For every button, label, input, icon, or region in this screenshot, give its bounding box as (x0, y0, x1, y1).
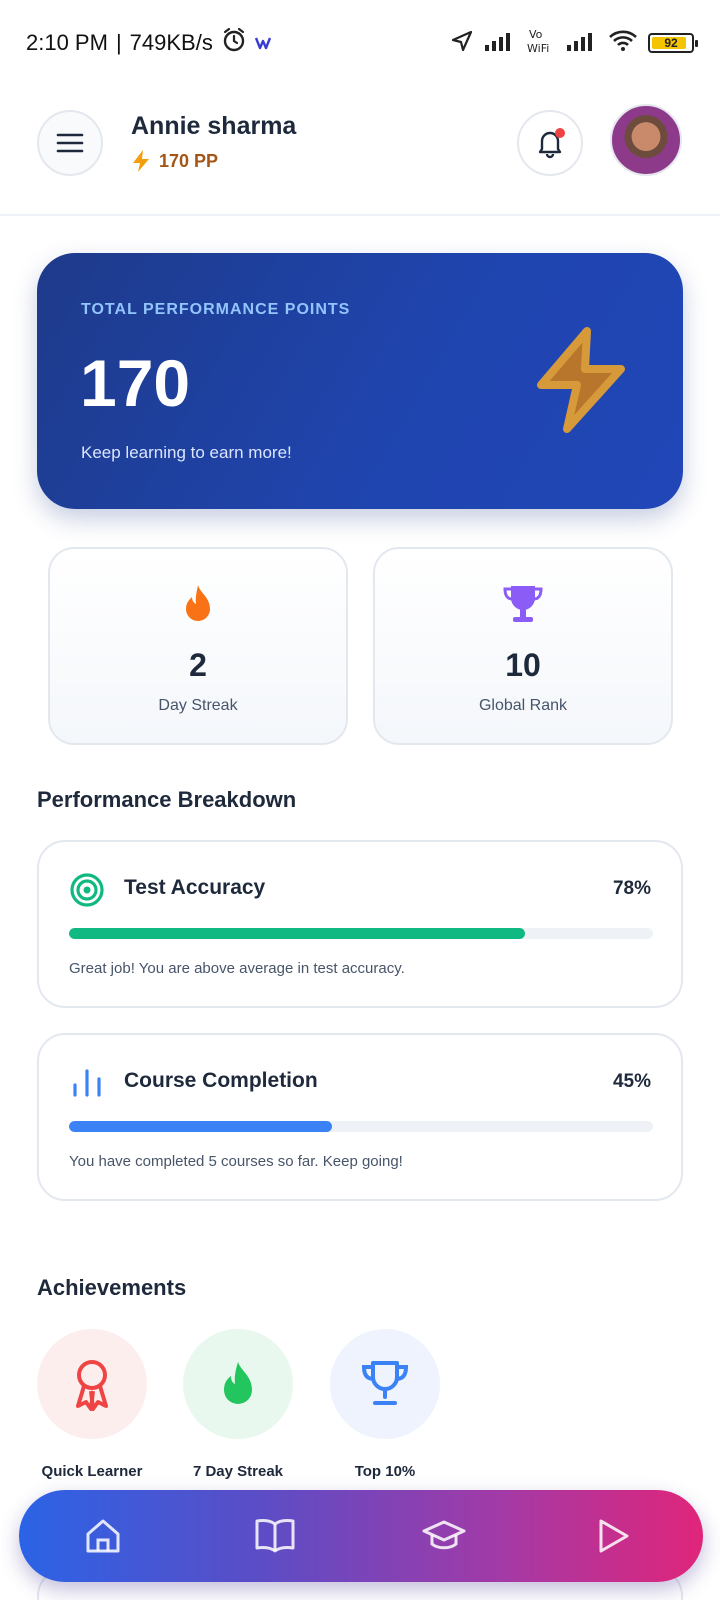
target-icon (69, 872, 105, 908)
play-icon (599, 1519, 629, 1553)
test-accuracy-note: Great job! You are above average in test… (69, 960, 405, 977)
nav-videos[interactable] (572, 1490, 652, 1582)
bar-chart-icon (69, 1065, 105, 1101)
location-icon (450, 29, 474, 58)
wifi-icon (608, 30, 638, 57)
notification-dot (555, 128, 565, 138)
global-rank-card: 10 Global Rank (373, 547, 673, 745)
trophy-icon (330, 1329, 440, 1439)
user-points: 170 PP (131, 149, 218, 173)
signal-icon (484, 31, 516, 56)
course-completion-progress-fill (69, 1121, 332, 1132)
hamburger-icon (56, 133, 84, 153)
achievement-7-day-streak[interactable]: 7 Day Streak (164, 1329, 312, 1480)
achievements-title: Achievements (37, 1275, 187, 1300)
lightning-icon (537, 327, 625, 433)
flame-icon (183, 1329, 293, 1439)
course-completion-card[interactable]: Course Completion 45% You have completed… (37, 1033, 683, 1201)
total-points-card: TOTAL PERFORMANCE POINTS 170 Keep learni… (37, 253, 683, 509)
award-ribbon-icon (37, 1329, 147, 1439)
achievement-label: Quick Learner (41, 1463, 143, 1480)
test-accuracy-percent: 78% (612, 878, 651, 899)
status-bar: 2:10 PM | 749KB/s Vo WiFi 92 (0, 0, 720, 86)
svg-text:WiFi: WiFi (527, 42, 549, 55)
performance-breakdown-title: Performance Breakdown (37, 787, 297, 812)
trophy-icon (375, 583, 671, 625)
lightning-icon (133, 150, 149, 172)
avatar[interactable] (610, 104, 682, 176)
status-separator: | (115, 30, 122, 55)
course-completion-note: You have completed 5 courses so far. Kee… (69, 1153, 403, 1170)
test-accuracy-card[interactable]: Test Accuracy 78% Great job! You are abo… (37, 840, 683, 1008)
user-name: Annie sharma (131, 112, 297, 140)
course-completion-title: Course Completion (124, 1069, 318, 1092)
day-streak-card: 2 Day Streak (48, 547, 348, 745)
status-time: 2:10 PM (26, 30, 108, 55)
global-rank-label: Global Rank (478, 697, 568, 714)
battery-icon: 92 (648, 33, 698, 53)
alarm-icon (221, 27, 247, 59)
day-streak-value: 2 (189, 647, 207, 683)
flame-icon (50, 583, 346, 625)
nav-courses[interactable] (235, 1490, 315, 1582)
battery-level: 92 (664, 36, 678, 50)
notifications-button[interactable] (517, 110, 583, 176)
nav-home[interactable] (63, 1490, 143, 1582)
total-points-label: TOTAL PERFORMANCE POINTS (81, 301, 351, 318)
test-accuracy-progress-track (69, 928, 653, 939)
app-header: Annie sharma 170 PP (0, 96, 720, 216)
total-points-value: 170 (80, 346, 191, 420)
status-right: Vo WiFi 92 (450, 27, 698, 60)
test-accuracy-title: Test Accuracy (124, 876, 266, 899)
user-points-value: 170 PP (159, 150, 219, 171)
test-accuracy-progress-fill (69, 928, 525, 939)
achievement-label: 7 Day Streak (192, 1463, 284, 1480)
nav-learning[interactable] (404, 1490, 484, 1582)
menu-button[interactable] (37, 110, 103, 176)
signal-icon-2 (566, 31, 598, 56)
total-points-subtitle: Keep learning to earn more! (81, 443, 292, 462)
app-notification-icon (254, 30, 273, 56)
course-completion-percent: 45% (612, 1071, 651, 1092)
graduation-cap-icon (422, 1520, 466, 1550)
achievement-top-10[interactable]: Top 10% (311, 1329, 459, 1480)
day-streak-label: Day Streak (158, 697, 238, 714)
achievement-label: Top 10% (354, 1463, 416, 1480)
home-icon (86, 1519, 120, 1553)
achievement-quick-learner[interactable]: Quick Learner (18, 1329, 166, 1480)
book-icon (255, 1518, 295, 1553)
bottom-navigation (19, 1490, 703, 1582)
global-rank-value: 10 (505, 647, 541, 683)
status-left: 2:10 PM | 749KB/s (26, 27, 273, 59)
course-completion-progress-track (69, 1121, 653, 1132)
vowifi-icon: Vo WiFi (526, 27, 556, 60)
svg-text:Vo: Vo (529, 28, 543, 41)
network-speed: 749KB/s (129, 30, 213, 55)
